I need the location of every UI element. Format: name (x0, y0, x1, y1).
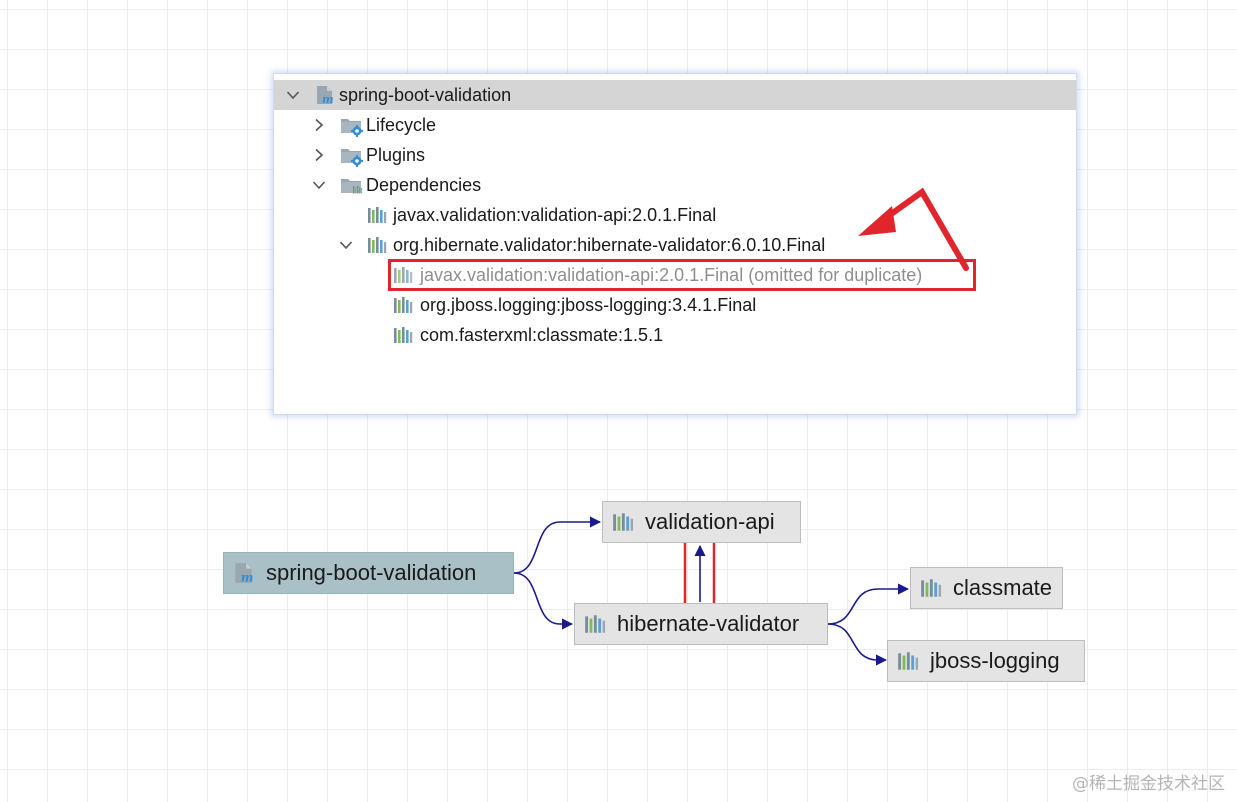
edge-root-validation-api (513, 516, 602, 574)
graph-node-label: hibernate-validator (617, 611, 800, 636)
edge-root-hibernate-validator (513, 572, 574, 630)
graph-node-classmate[interactable]: classmate (910, 567, 1063, 609)
library-icon (919, 576, 943, 600)
library-icon (583, 612, 607, 636)
graph-node-label: validation-api (645, 509, 775, 534)
library-icon (611, 510, 635, 534)
edge-hibernate-jboss-logging (827, 623, 888, 666)
graph-node-label: classmate (953, 575, 1053, 600)
graph-node-jboss-logging[interactable]: jboss-logging (887, 640, 1085, 682)
graph-node-label: spring-boot-validation (266, 560, 477, 585)
graph-node-root[interactable]: spring-boot-validation (223, 552, 514, 594)
watermark: @稀土掘金技术社区 (1072, 774, 1225, 794)
graph-node-hibernate-validator[interactable]: hibernate-validator (574, 603, 828, 645)
graph-node-validation-api[interactable]: validation-api (602, 501, 801, 543)
maven-module-icon (232, 561, 256, 585)
library-icon (896, 649, 920, 673)
edge-hibernate-classmate (827, 583, 910, 625)
graph-node-label: jboss-logging (930, 648, 1060, 673)
